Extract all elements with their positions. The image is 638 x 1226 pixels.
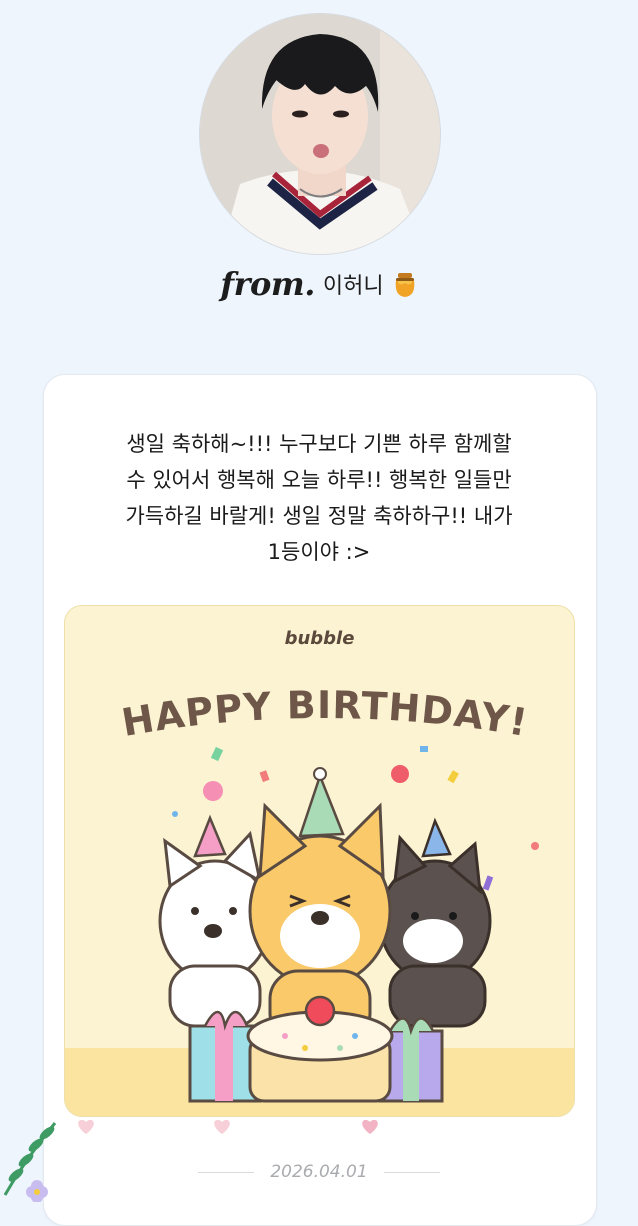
- message-date: 2026.04.01: [270, 1162, 368, 1182]
- date-row: 2026.04.01: [0, 1157, 638, 1187]
- sender-name: 이허니: [322, 274, 384, 299]
- happy-birthday-title: HAPPY BIRTHDAY!: [119, 683, 531, 745]
- honey-pot-icon: [392, 270, 418, 298]
- black-dog: [378, 817, 492, 1028]
- from-row: from. 이허니: [0, 262, 638, 306]
- bubble-logo: bubble: [284, 628, 355, 649]
- from-label: from.: [220, 265, 315, 303]
- heart-icon: [214, 1119, 230, 1134]
- divider-left: [198, 1171, 255, 1173]
- heart-decorations: [78, 1119, 378, 1134]
- animals-with-cake-illustration: [158, 746, 539, 1103]
- message-text: 생일 축하해~!!! 누구보다 기쁜 하루 함께할 수 있어서 행복해 오늘 하…: [125, 432, 513, 564]
- heart-icon: [362, 1119, 378, 1134]
- profile-avatar: [199, 13, 441, 255]
- divider-right: [383, 1171, 440, 1173]
- avatar-photo: [200, 14, 440, 254]
- birthday-card-image: bubble HAPPY BIRTHDAY!: [64, 605, 575, 1117]
- heart-icon: [78, 1119, 94, 1134]
